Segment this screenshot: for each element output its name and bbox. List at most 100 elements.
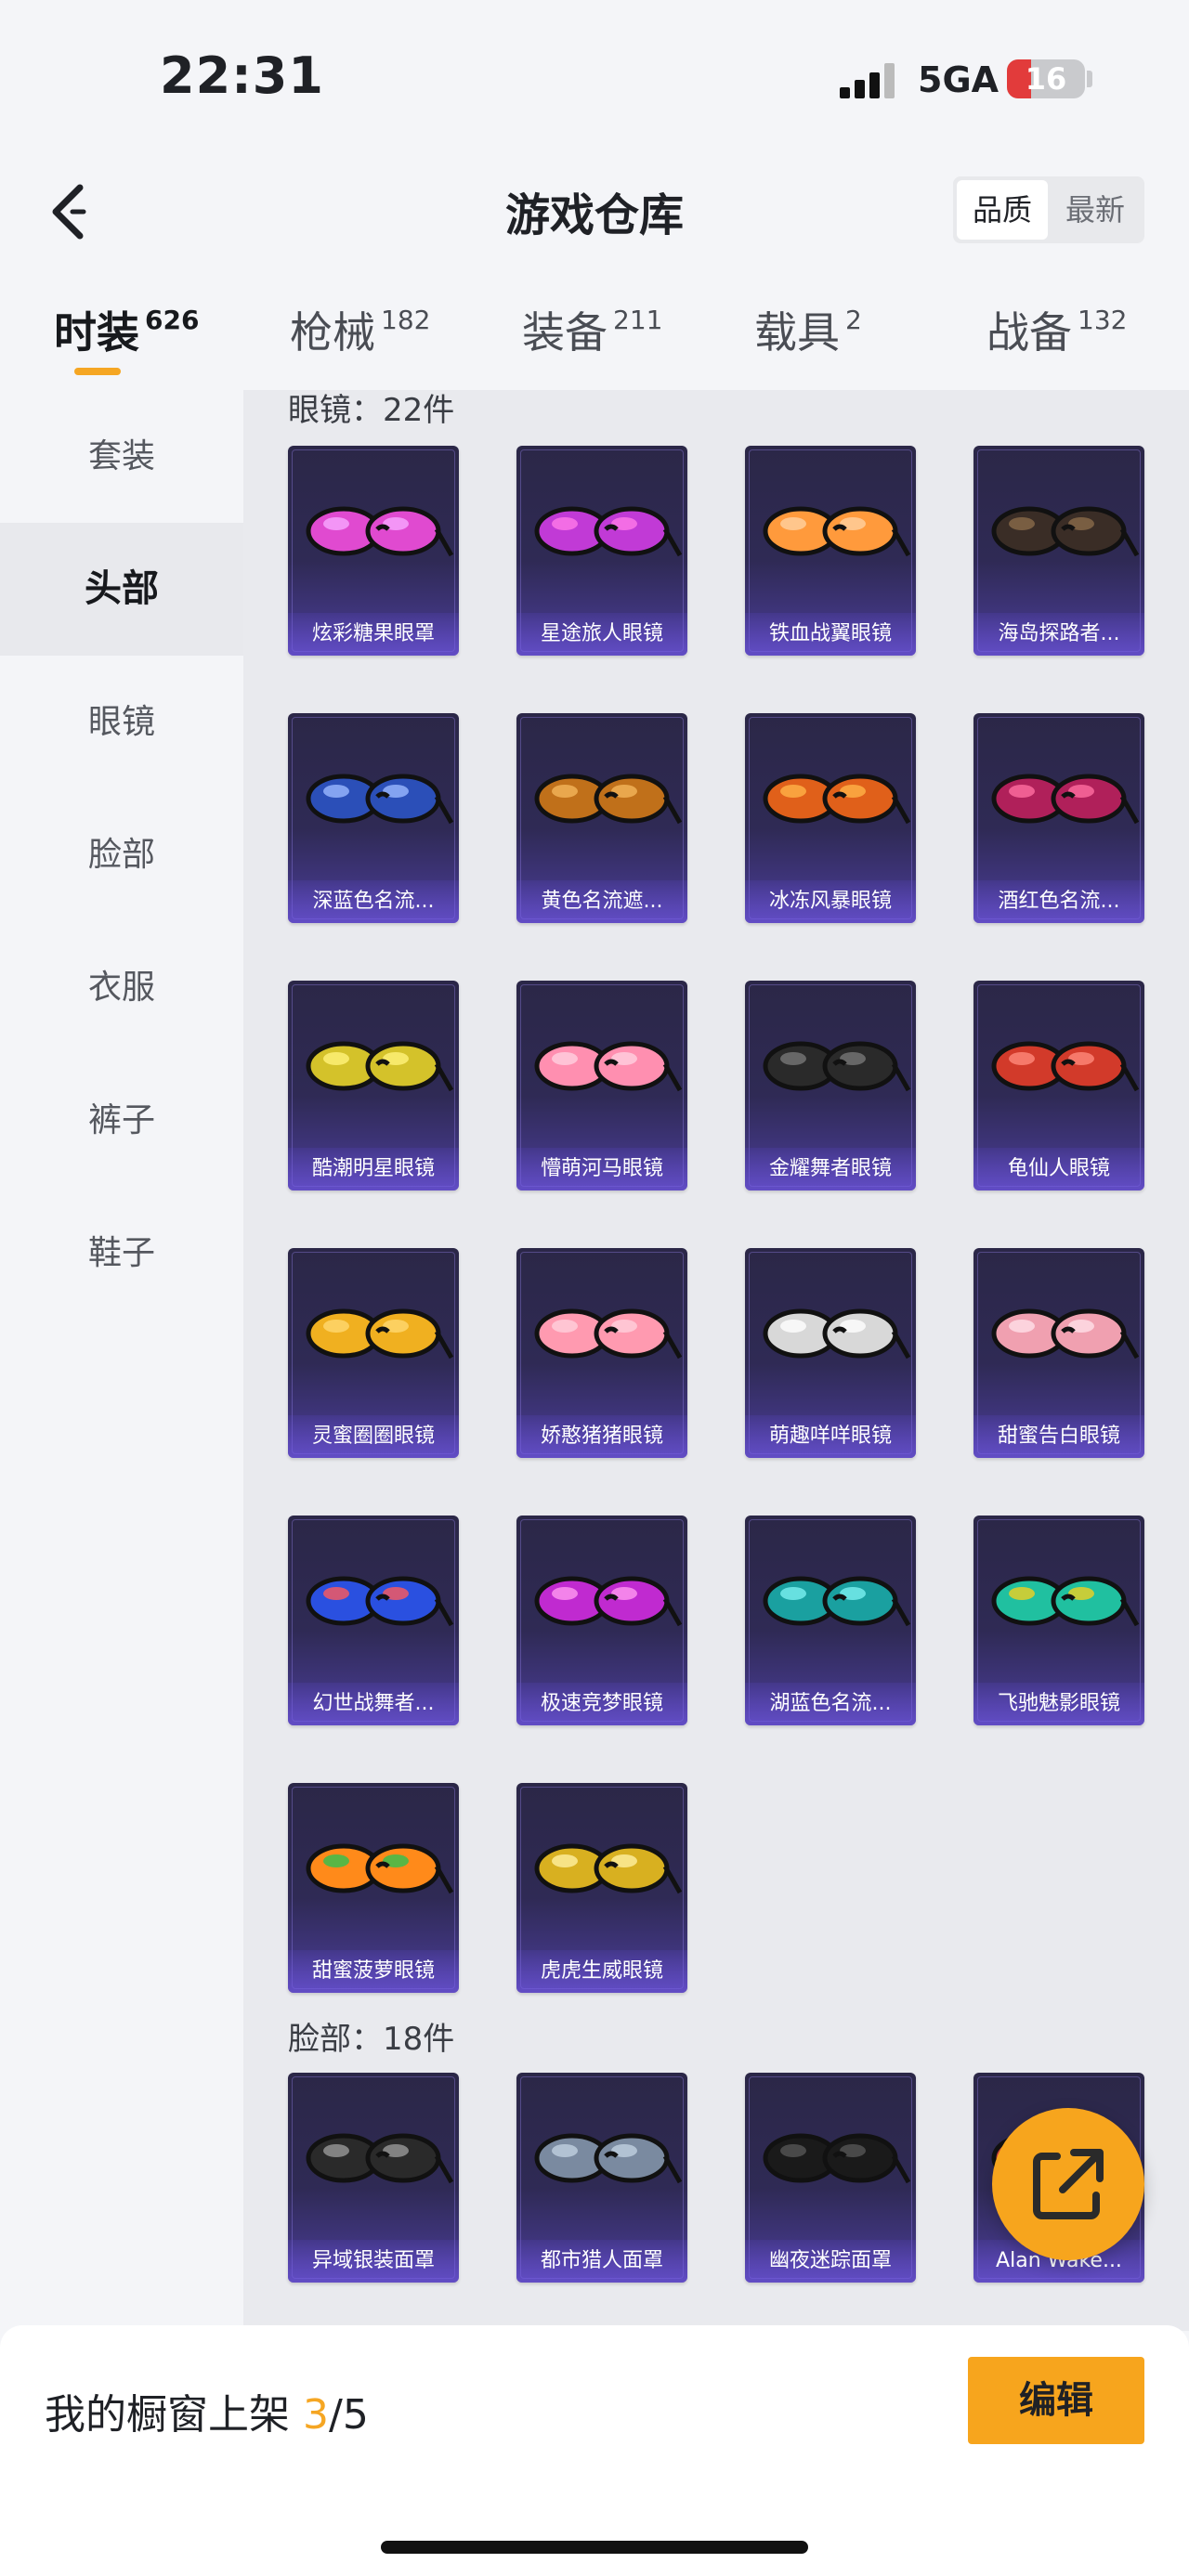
tab-label: 枪械 [290, 307, 375, 358]
item-name: 龟仙人眼镜 [973, 1148, 1144, 1190]
item-card[interactable]: 酒红色名流... [973, 713, 1144, 923]
item-card[interactable]: 星途旅人眼镜 [516, 446, 687, 656]
item-image [534, 1843, 683, 1894]
network-type: 5GA [918, 59, 1000, 100]
item-card[interactable]: 幽夜迷踪面罩 [745, 2073, 916, 2283]
item-name: 幻世战舞者... [288, 1683, 459, 1725]
sidebar-item-shoes[interactable]: 鞋子 [0, 1187, 243, 1320]
sidebar-item-clothes[interactable]: 衣服 [0, 921, 243, 1054]
sidebar-item-face[interactable]: 脸部 [0, 788, 243, 921]
item-name: 都市猎人面罩 [516, 2240, 687, 2283]
share-button[interactable] [992, 2108, 1144, 2260]
item-card[interactable]: 湖蓝色名流... [745, 1516, 916, 1725]
sort-toggle: 品质 最新 [953, 176, 1144, 243]
item-name: 飞驰魅影眼镜 [973, 1683, 1144, 1725]
item-card[interactable]: 甜蜜告白眼镜 [973, 1248, 1144, 1458]
item-name: 星途旅人眼镜 [516, 613, 687, 656]
sidebar-item-suit[interactable]: 套装 [0, 390, 243, 523]
item-image [534, 1041, 683, 1092]
item-name: 金耀舞者眼镜 [745, 1148, 916, 1190]
item-card[interactable]: 幻世战舞者... [288, 1516, 459, 1725]
status-bar: 22:31 5GA 16 [0, 0, 1189, 153]
item-name: 酷潮明星眼镜 [288, 1148, 459, 1190]
item-card[interactable]: 极速竞梦眼镜 [516, 1516, 687, 1725]
item-name: 虎虎生威眼镜 [516, 1950, 687, 1993]
item-card[interactable]: 深蓝色名流... [288, 713, 459, 923]
sidebar-item-head[interactable]: 头部 [0, 523, 243, 656]
item-name: 幽夜迷踪面罩 [745, 2240, 916, 2283]
tab-fashion[interactable]: 时装 626 [54, 299, 199, 360]
tab-supplies[interactable]: 战备 132 [986, 299, 1127, 360]
item-image [763, 774, 911, 825]
item-card[interactable]: 黄色名流遮... [516, 713, 687, 923]
item-name: 湖蓝色名流... [745, 1683, 916, 1725]
section-title-glasses: 眼镜：22件 [288, 392, 455, 429]
item-card[interactable]: 金耀舞者眼镜 [745, 981, 916, 1190]
category-tabs: 时装 626 枪械 182 装备 211 载具 2 战备 132 [0, 288, 1189, 390]
item-name: 极速竞梦眼镜 [516, 1683, 687, 1725]
item-image [991, 1041, 1140, 1092]
item-name: 铁血战翼眼镜 [745, 613, 916, 656]
tab-count: 211 [613, 305, 663, 335]
item-image [534, 774, 683, 825]
item-card[interactable]: 甜蜜菠萝眼镜 [288, 1783, 459, 1993]
item-image [763, 2133, 911, 2184]
sidebar: 套装 头部 眼镜 脸部 衣服 裤子 鞋子 [0, 390, 243, 2331]
edit-button[interactable]: 编辑 [968, 2357, 1144, 2444]
item-image [991, 506, 1140, 557]
sort-newest-button[interactable]: 最新 [1050, 180, 1141, 240]
item-card[interactable]: 虎虎生威眼镜 [516, 1783, 687, 1993]
item-card[interactable]: 飞驰魅影眼镜 [973, 1516, 1144, 1725]
item-card[interactable]: 龟仙人眼镜 [973, 981, 1144, 1190]
item-name: 深蓝色名流... [288, 880, 459, 923]
item-card[interactable]: 萌趣咩咩眼镜 [745, 1248, 916, 1458]
tab-guns[interactable]: 枪械 182 [290, 299, 430, 360]
showcase-bar: 我的橱窗上架 3/5 编辑 [0, 2325, 1189, 2576]
item-card[interactable]: 炫彩糖果眼罩 [288, 446, 459, 656]
tab-count: 132 [1078, 305, 1128, 335]
item-card[interactable]: 灵蜜圈圈眼镜 [288, 1248, 459, 1458]
item-name: 炫彩糖果眼罩 [288, 613, 459, 656]
item-image [763, 1308, 911, 1360]
battery-icon: 16 [1007, 59, 1085, 98]
item-image [991, 774, 1140, 825]
signal-icon [840, 61, 897, 98]
item-grid-area[interactable]: 眼镜：22件 炫彩糖果眼罩 星途旅人眼镜 铁血战翼眼镜 海岛探路者... 深蓝色名流..… [243, 390, 1189, 2331]
external-link-icon [1033, 2149, 1104, 2219]
battery-tip [1087, 71, 1092, 87]
item-image [306, 774, 454, 825]
item-name: 冰冻风暴眼镜 [745, 880, 916, 923]
item-card[interactable]: 冰冻风暴眼镜 [745, 713, 916, 923]
item-name: 娇憨猪猪眼镜 [516, 1415, 687, 1458]
item-card[interactable]: 铁血战翼眼镜 [745, 446, 916, 656]
tab-count: 2 [845, 305, 862, 335]
tab-equipment[interactable]: 装备 211 [522, 299, 662, 360]
item-card[interactable]: 懵萌河马眼镜 [516, 981, 687, 1190]
tab-count: 626 [145, 305, 200, 335]
item-image [306, 1843, 454, 1894]
item-image [306, 1576, 454, 1627]
tab-label: 战备 [986, 307, 1072, 358]
tab-vehicles[interactable]: 载具 2 [754, 299, 862, 360]
tab-count: 182 [381, 305, 431, 335]
item-image [306, 506, 454, 557]
home-indicator [381, 2541, 808, 2554]
status-time: 22:31 [160, 46, 324, 105]
item-card[interactable]: 海岛探路者... [973, 446, 1144, 656]
sort-quality-button[interactable]: 品质 [957, 180, 1048, 240]
item-name: 酒红色名流... [973, 880, 1144, 923]
item-image [763, 506, 911, 557]
sidebar-item-glasses[interactable]: 眼镜 [0, 656, 243, 788]
tab-label: 时装 [54, 307, 139, 358]
showcase-label: 我的橱窗上架 [45, 2391, 290, 2439]
item-card[interactable]: 都市猎人面罩 [516, 2073, 687, 2283]
battery-level: 16 [1025, 61, 1067, 97]
sidebar-item-pants[interactable]: 裤子 [0, 1054, 243, 1187]
item-card[interactable]: 异域银装面罩 [288, 2073, 459, 2283]
item-image [534, 2133, 683, 2184]
showcase-total: /5 [329, 2391, 369, 2439]
item-card[interactable]: 娇憨猪猪眼镜 [516, 1248, 687, 1458]
tab-label: 载具 [754, 307, 840, 358]
item-image [534, 1308, 683, 1360]
item-card[interactable]: 酷潮明星眼镜 [288, 981, 459, 1190]
